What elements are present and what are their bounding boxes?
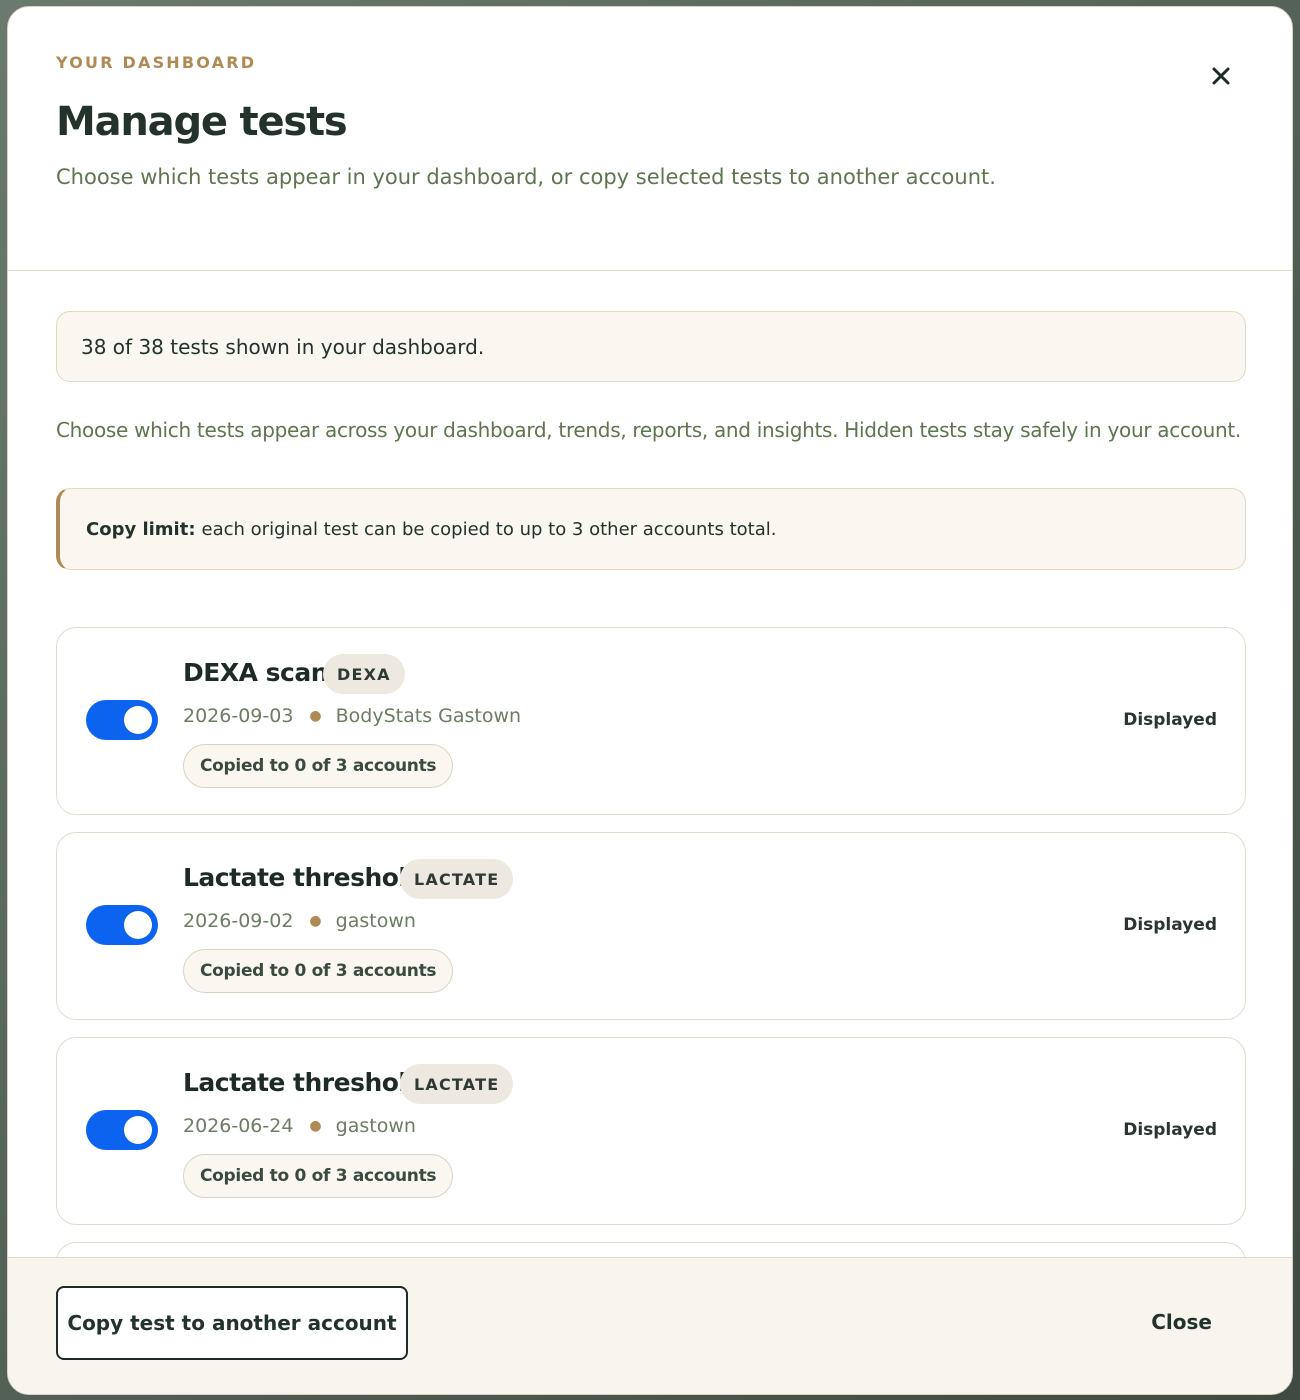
display-toggle[interactable]	[86, 1110, 158, 1150]
page-title: Manage tests	[56, 99, 348, 145]
copied-count-badge: Copied to 0 of 3 accounts	[183, 1154, 454, 1198]
toggle-knob	[124, 706, 152, 734]
copy-test-button[interactable]: Copy test to another account	[56, 1286, 408, 1360]
test-date: 2026-06-24	[183, 1115, 294, 1137]
test-name: Lactate threshold	[183, 1068, 424, 1097]
test-name: Lactate threshold	[183, 863, 424, 892]
test-meta: 2026-06-24 ● gastown	[183, 1115, 416, 1137]
page-subtitle: Choose which tests appear in your dashbo…	[56, 165, 996, 189]
visibility-description: Choose which tests appear across your da…	[56, 418, 1241, 442]
test-location: BodyStats Gastown	[335, 705, 522, 727]
copied-count-badge: Copied to 0 of 3 accounts	[183, 744, 454, 788]
copied-count-badge: Copied to 0 of 3 accounts	[183, 949, 454, 993]
copy-limit-label: Copy limit:	[86, 518, 196, 540]
toggle-knob	[124, 1116, 152, 1144]
modal-footer: Copy test to another account Close	[8, 1257, 1292, 1394]
copy-limit-notice: Copy limit: each original test can be co…	[56, 488, 1246, 570]
test-card: Lactate threshold LACTATE 2026-09-02 ● g…	[56, 832, 1246, 1020]
test-type-tag: LACTATE	[400, 1064, 514, 1104]
eyebrow-label: YOUR DASHBOARD	[56, 53, 257, 72]
separator-dot: ●	[309, 1118, 322, 1134]
display-status: Displayed	[1123, 1120, 1217, 1140]
test-meta: 2026-09-03 ● BodyStats Gastown	[183, 705, 521, 727]
manage-tests-modal: YOUR DASHBOARD Manage tests Choose which…	[7, 6, 1293, 1395]
test-card-partial	[56, 1242, 1246, 1257]
modal-body[interactable]: 38 of 38 tests shown in your dashboard. …	[8, 272, 1292, 1257]
close-button[interactable]: Close	[1151, 1310, 1212, 1334]
test-type-tag: DEXA	[323, 654, 405, 694]
test-date: 2026-09-02	[183, 910, 294, 932]
display-status: Displayed	[1123, 915, 1217, 935]
separator-dot: ●	[309, 708, 322, 724]
close-icon[interactable]	[1204, 59, 1238, 93]
test-name: DEXA scan	[183, 658, 329, 687]
copy-limit-text: each original test can be copied to up t…	[201, 518, 777, 540]
separator-dot: ●	[309, 913, 322, 929]
test-date: 2026-09-03	[183, 705, 294, 727]
test-location: gastown	[335, 1115, 416, 1137]
toggle-knob	[124, 911, 152, 939]
test-type-tag: LACTATE	[400, 859, 514, 899]
display-toggle[interactable]	[86, 700, 158, 740]
test-card: DEXA scan DEXA 2026-09-03 ● BodyStats Ga…	[56, 627, 1246, 815]
test-location: gastown	[335, 910, 416, 932]
display-toggle[interactable]	[86, 905, 158, 945]
test-card: Lactate threshold LACTATE 2026-06-24 ● g…	[56, 1037, 1246, 1225]
display-status: Displayed	[1123, 710, 1217, 730]
modal-header: YOUR DASHBOARD Manage tests Choose which…	[8, 7, 1292, 271]
tests-count-banner: 38 of 38 tests shown in your dashboard.	[56, 311, 1246, 382]
test-meta: 2026-09-02 ● gastown	[183, 910, 416, 932]
